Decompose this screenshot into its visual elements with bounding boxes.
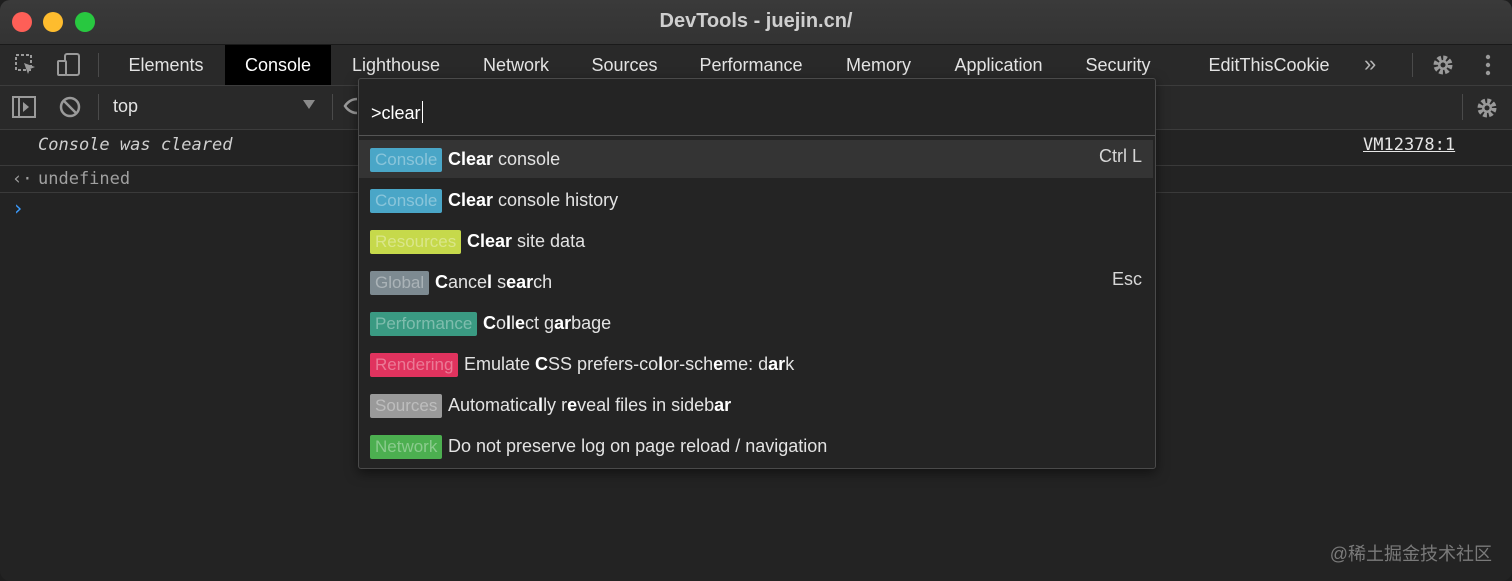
category-badge: Rendering: [370, 353, 459, 377]
category-badge: Performance: [370, 312, 478, 336]
text-caret: [421, 101, 423, 123]
palette-item-label: Clear console: [448, 149, 561, 169]
tab-elements[interactable]: Elements: [113, 45, 219, 85]
palette-item-label: Cancel search: [435, 272, 553, 292]
window-title: DevTools - juejin.cn/: [659, 10, 853, 32]
command-input[interactable]: >clear: [371, 101, 423, 124]
palette-item[interactable]: Resources Clear site data: [359, 222, 1153, 260]
show-sidebar-icon[interactable]: [12, 96, 36, 123]
category-badge: Network: [370, 435, 443, 459]
toolbar-divider: [1412, 53, 1413, 77]
palette-item-label: Emulate CSS prefers-color-scheme: dark: [464, 354, 795, 374]
toolbar-divider: [1462, 94, 1463, 120]
toolbar-divider: [98, 94, 99, 120]
palette-item-label: Clear site data: [467, 231, 586, 251]
tab-editthiscookie[interactable]: EditThisCookie: [1191, 45, 1347, 85]
command-palette: >clear Console Clear console Ctrl L Console…: [358, 78, 1156, 469]
context-selector[interactable]: top: [113, 96, 138, 117]
keyboard-shortcut: Esc: [1111, 269, 1142, 289]
more-tabs-icon[interactable]: »: [1364, 51, 1376, 77]
chevron-down-icon[interactable]: [303, 100, 315, 109]
category-badge: Console: [370, 148, 443, 172]
device-toolbar-icon[interactable]: [56, 52, 82, 83]
devtools-window: DevTools - juejin.cn/ Elements Console Lig…: [0, 0, 1512, 581]
category-badge: Global: [370, 271, 430, 295]
toolbar-divider: [98, 53, 99, 77]
toolbar-divider: [332, 94, 333, 120]
category-badge: Console: [370, 189, 443, 213]
palette-item[interactable]: Performance Collect garbage: [359, 304, 1153, 342]
palette-item[interactable]: Console Clear console history: [359, 181, 1153, 219]
palette-item-label: Clear console history: [448, 190, 619, 210]
palette-item-label: Do not preserve log on page reload / nav…: [448, 436, 828, 456]
keyboard-shortcut: Ctrl L: [1098, 146, 1142, 166]
settings-gear-icon[interactable]: [1430, 52, 1456, 83]
palette-item[interactable]: Global Cancel search Esc: [359, 263, 1153, 301]
clear-console-icon[interactable]: [58, 95, 82, 124]
console-prompt-icon[interactable]: ›: [12, 196, 24, 220]
palette-item[interactable]: Sources Automatically reveal files in sid…: [359, 386, 1153, 424]
category-badge: Sources: [370, 394, 443, 418]
console-settings-gear-icon[interactable]: [1474, 95, 1500, 126]
category-badge: Resources: [370, 230, 462, 254]
live-expression-eye-icon[interactable]: [343, 95, 358, 122]
console-cleared-message: Console was cleared: [38, 135, 233, 155]
palette-item-label: Automatically reveal files in sidebar: [448, 395, 732, 415]
palette-item[interactable]: Rendering Emulate CSS prefers-color-schem…: [359, 345, 1153, 383]
palette-item[interactable]: Network Do not preserve log on page reloa…: [359, 427, 1153, 465]
kebab-menu-icon[interactable]: [1484, 53, 1492, 82]
watermark: @稀土掘金技术社区: [1329, 544, 1492, 564]
palette-item[interactable]: Console Clear console Ctrl L: [359, 140, 1153, 178]
console-result: undefined: [38, 169, 131, 189]
source-link[interactable]: VM12378:1: [1363, 135, 1455, 155]
palette-item-label: Collect garbage: [483, 313, 612, 333]
command-query-text[interactable]: >clear: [371, 103, 421, 123]
tab-console[interactable]: Console: [225, 45, 331, 85]
title-bar: DevTools - juejin.cn/: [0, 0, 1512, 45]
palette-divider: [359, 135, 1155, 136]
result-arrow-icon: ‹·: [12, 169, 33, 189]
inspect-element-icon[interactable]: [14, 53, 38, 82]
